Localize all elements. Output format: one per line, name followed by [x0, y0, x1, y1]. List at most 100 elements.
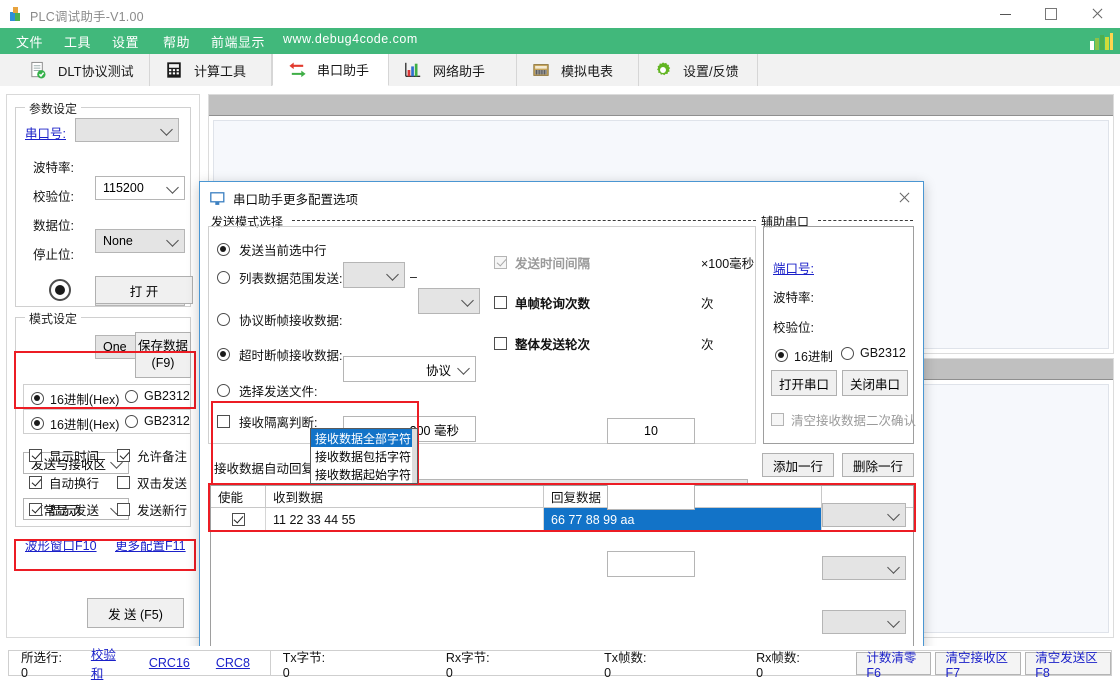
interval-check-row[interactable]: 发送时间间隔 — [494, 253, 590, 272]
port-combo[interactable] — [75, 118, 179, 142]
checkbox-show-time[interactable]: 显示时间 — [29, 446, 99, 465]
reset-count-button[interactable]: 计数清零F6 — [856, 652, 931, 675]
dialog-close-icon[interactable] — [891, 187, 917, 209]
send-button[interactable]: 发 送 (F5) — [87, 598, 184, 628]
clear-rx-button[interactable]: 清空接收区F7 — [935, 652, 1021, 675]
checkbox-allow-note[interactable]: 允许备注 — [117, 446, 187, 465]
checkbox-auto-wrap[interactable]: 自动换行 — [29, 473, 99, 492]
tab-serial-assistant[interactable]: 串口助手 — [272, 54, 389, 86]
menu-item-frontend[interactable]: 前端显示 — [211, 32, 265, 51]
more-config-link[interactable]: 更多配置F11 — [115, 535, 186, 554]
cell-enable[interactable] — [211, 508, 266, 531]
isolate-option-0[interactable]: 接收数据全部字符 — [311, 429, 417, 447]
radio-select-file-row[interactable]: 选择发送文件: — [217, 381, 317, 400]
open-port-button[interactable]: 打 开 — [95, 276, 193, 304]
isolate-checkbox[interactable] — [217, 415, 230, 428]
checkbox-box[interactable] — [117, 503, 130, 516]
interval-input[interactable]: 10 — [607, 418, 695, 444]
encoding-gb-1[interactable]: GB2312 — [125, 389, 190, 403]
cell-received[interactable]: 11 22 33 44 55 — [266, 508, 544, 531]
checkbox-double-click-send[interactable]: 双击发送 — [117, 473, 187, 492]
isolate-check-row[interactable]: 接收隔离判断: — [217, 412, 317, 431]
checkbox-box[interactable] — [29, 449, 42, 462]
encoding-hex-1[interactable]: 16进制(Hex) — [31, 389, 119, 408]
add-row-button[interactable]: 添加一行 — [762, 453, 834, 477]
minimize-icon[interactable] — [982, 0, 1028, 28]
row-enable-checkbox[interactable] — [232, 513, 245, 526]
range-to-combo[interactable] — [418, 288, 480, 314]
clear-tx-button[interactable]: 清空发送区F8 — [1025, 652, 1111, 675]
whole-poll-check-row[interactable]: 整体发送轮次 — [494, 334, 590, 353]
checkbox-box[interactable] — [29, 476, 42, 489]
isolate-dropdown-popup[interactable]: 接收数据全部字符 接收数据包括字符 接收数据起始字符 — [310, 428, 418, 484]
encoding-gb-2[interactable]: GB2312 — [125, 414, 190, 428]
save-data-button[interactable]: 保存数据 (F9) — [135, 332, 191, 378]
aux-confirm-clear-checkbox[interactable] — [771, 413, 784, 426]
maximize-icon[interactable] — [1028, 0, 1074, 28]
delete-row-button[interactable]: 删除一行 — [842, 453, 914, 477]
aux-baud-combo[interactable] — [822, 556, 906, 580]
radio-protocol-frame-row[interactable]: 协议断帧接收数据: — [217, 310, 342, 329]
aux-port-label[interactable]: 端口号: — [773, 258, 814, 277]
radio-protocol-frame[interactable] — [217, 313, 230, 326]
gb2312-radio-2[interactable] — [125, 415, 138, 428]
range-from-combo[interactable] — [343, 262, 405, 288]
aux-hex-row[interactable]: 16进制 — [775, 346, 833, 365]
crc16-link[interactable]: CRC16 — [149, 656, 190, 670]
checksum-link[interactable]: 校验和 — [91, 644, 123, 682]
interval-checkbox[interactable] — [494, 256, 507, 269]
radio-select-file[interactable] — [217, 384, 230, 397]
checkbox-box[interactable] — [117, 476, 130, 489]
aux-port-combo[interactable] — [822, 503, 906, 527]
isolate-option-2[interactable]: 接收数据起始字符 — [311, 465, 417, 483]
hex-radio-1[interactable] — [31, 392, 44, 405]
encoding-hex-2[interactable]: 16进制(Hex) — [31, 414, 119, 433]
whole-poll-checkbox[interactable] — [494, 337, 507, 350]
aux-hex-radio[interactable] — [775, 349, 788, 362]
radio-send-current-row[interactable]: 发送当前选中行 — [217, 240, 327, 259]
radio-send-current[interactable] — [217, 243, 230, 256]
checkbox-box[interactable] — [117, 449, 130, 462]
cell-reply[interactable]: 66 77 88 99 aa — [544, 508, 822, 531]
menu-item-file[interactable]: 文件 — [16, 32, 43, 51]
port-open-indicator[interactable] — [49, 279, 71, 301]
gb2312-radio-1[interactable] — [125, 390, 138, 403]
tab-dlt-protocol[interactable]: DLT协议测试 — [14, 54, 150, 86]
tab-calculator[interactable]: 计算工具 — [150, 54, 272, 86]
checkbox-show-send[interactable]: 显示发送 — [29, 500, 99, 519]
single-poll-input[interactable] — [607, 484, 695, 510]
table-row[interactable]: 11 22 33 44 55 66 77 88 99 aa — [211, 508, 913, 532]
single-poll-checkbox[interactable] — [494, 296, 507, 309]
radio-range-send-row[interactable]: 列表数据范围发送: — [217, 268, 342, 287]
radio-timeout-frame[interactable] — [217, 348, 230, 361]
baud-combo[interactable]: 115200 — [95, 176, 185, 200]
aux-parity-combo[interactable] — [822, 610, 906, 634]
menu-item-help[interactable]: 帮助 — [163, 32, 190, 51]
aux-gb2312-radio[interactable] — [841, 347, 854, 360]
close-icon[interactable] — [1074, 0, 1120, 28]
tab-settings-feedback[interactable]: 设置/反馈 — [639, 54, 758, 86]
popup-scrollbar[interactable] — [412, 429, 417, 483]
wave-window-link[interactable]: 波形窗口F10 — [25, 535, 97, 554]
single-poll-check-row[interactable]: 单帧轮询次数 — [494, 293, 590, 312]
checkbox-box[interactable] — [29, 503, 42, 516]
isolate-option-1[interactable]: 接收数据包括字符 — [311, 447, 417, 465]
hex-radio-2[interactable] — [31, 417, 44, 430]
checkbox-send-newline[interactable]: 发送新行 — [117, 500, 187, 519]
whole-poll-input[interactable] — [607, 551, 695, 577]
tab-meter-simulator[interactable]: 模拟电表 — [517, 54, 639, 86]
aux-close-port-button[interactable]: 关闭串口 — [842, 370, 908, 396]
parity-combo[interactable]: None — [95, 229, 185, 253]
aux-gb-row[interactable]: GB2312 — [841, 346, 906, 360]
protocol-combo[interactable]: 协议 — [343, 356, 476, 382]
crc8-link[interactable]: CRC8 — [216, 656, 250, 670]
menu-item-tools[interactable]: 工具 — [64, 32, 91, 51]
menu-website-link[interactable]: www.debug4code.com — [283, 32, 418, 46]
aux-open-port-button[interactable]: 打开串口 — [771, 370, 837, 396]
radio-timeout-frame-row[interactable]: 超时断帧接收数据: — [217, 345, 342, 364]
menu-item-settings[interactable]: 设置 — [112, 32, 139, 51]
port-label[interactable]: 串口号: — [25, 123, 66, 142]
tab-network-assistant[interactable]: 网络助手 — [389, 54, 517, 86]
radio-range-send[interactable] — [217, 271, 230, 284]
aux-confirm-clear-row[interactable]: 清空接收数据二次确认 — [771, 410, 916, 429]
